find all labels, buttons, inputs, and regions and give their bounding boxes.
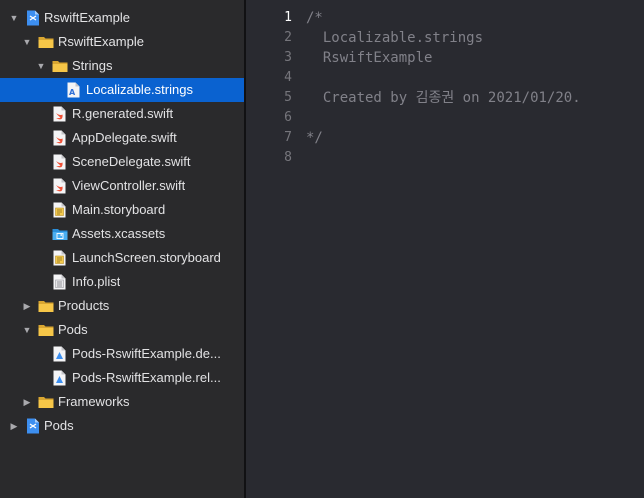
swift-file-icon (53, 154, 69, 170)
tree-row-file-assets-xcassets[interactable]: Assets.xcassets (0, 222, 244, 246)
line-number: 4 (284, 70, 292, 85)
line-number: 8 (284, 150, 292, 165)
tree-row-label: Pods-RswiftExample.rel... (72, 370, 221, 385)
source-editor[interactable]: 1 /* 2 Localizable.strings 3 RswiftExamp… (246, 0, 644, 498)
tree-row-label: RswiftExample (44, 10, 130, 25)
tree-row-file-localizable-strings[interactable]: A Localizable.strings (0, 78, 244, 102)
code-text: RswiftExample (306, 50, 433, 66)
code-line[interactable]: 4 (246, 68, 644, 88)
folder-icon (38, 322, 54, 338)
disclosure-expanded-icon[interactable]: ▼ (36, 61, 46, 71)
code-line[interactable]: 7 */ (246, 128, 644, 148)
tree-row-label: RswiftExample (58, 34, 144, 49)
tree-row-file-r-generated-swift[interactable]: R.generated.swift (0, 102, 244, 126)
tree-row-file-appdelegate-swift[interactable]: AppDelegate.swift (0, 126, 244, 150)
code-line[interactable]: 8 (246, 148, 644, 168)
code-text: */ (306, 130, 323, 146)
folder-icon (38, 394, 54, 410)
strings-file-icon: A (67, 82, 83, 98)
tree-row-project-rswiftexample[interactable]: ▼ RswiftExample (0, 6, 244, 30)
tree-row-group-rswiftexample[interactable]: ▼ RswiftExample (0, 30, 244, 54)
tree-row-label: Pods-RswiftExample.de... (72, 346, 221, 361)
tree-row-file-pods-xcconfig-release[interactable]: Pods-RswiftExample.rel... (0, 366, 244, 390)
line-number: 6 (284, 110, 292, 125)
project-navigator: ▼ RswiftExample ▼ RswiftExample ▼ String… (0, 0, 244, 498)
tree-row-label: Assets.xcassets (72, 226, 166, 241)
code-text: Localizable.strings (306, 30, 484, 46)
folder-icon (52, 58, 68, 74)
code-line[interactable]: 2 Localizable.strings (246, 28, 644, 48)
swift-file-icon (53, 178, 69, 194)
folder-icon (38, 34, 54, 50)
disclosure-expanded-icon[interactable]: ▼ (22, 37, 32, 47)
disclosure-expanded-icon[interactable]: ▼ (9, 13, 19, 23)
tree-row-label: Frameworks (58, 394, 130, 409)
folder-icon (38, 298, 54, 314)
tree-row-file-pods-xcconfig-debug[interactable]: Pods-RswiftExample.de... (0, 342, 244, 366)
disclosure-collapsed-icon[interactable]: ▶ (22, 301, 32, 311)
line-number: 1 (284, 10, 292, 25)
tree-row-file-info-plist[interactable]: Info.plist (0, 270, 244, 294)
disclosure-expanded-icon[interactable]: ▼ (22, 325, 32, 335)
tree-row-label: Localizable.strings (86, 82, 193, 97)
disclosure-collapsed-icon[interactable]: ▶ (22, 397, 32, 407)
swift-file-icon (53, 130, 69, 146)
xcode-window: ▼ RswiftExample ▼ RswiftExample ▼ String… (0, 0, 644, 498)
tree-row-file-scenedelegate-swift[interactable]: SceneDelegate.swift (0, 150, 244, 174)
tree-row-label: R.generated.swift (72, 106, 174, 121)
tree-row-file-main-storyboard[interactable]: Main.storyboard (0, 198, 244, 222)
plist-file-icon (53, 274, 69, 290)
tree-row-group-strings[interactable]: ▼ Strings (0, 54, 244, 78)
tree-row-label: Info.plist (72, 274, 121, 289)
code-line[interactable]: 5 Created by 김종권 on 2021/01/20. (246, 88, 644, 108)
line-number: 3 (284, 50, 292, 65)
tree-row-label: Products (58, 298, 110, 313)
code-line[interactable]: 1 /* (246, 8, 644, 28)
svg-text:A: A (69, 88, 76, 97)
project-icon (26, 418, 42, 434)
storyboard-file-icon (53, 250, 69, 266)
tree-row-file-viewcontroller-swift[interactable]: ViewController.swift (0, 174, 244, 198)
code-line[interactable]: 3 RswiftExample (246, 48, 644, 68)
tree-row-label: Pods (58, 322, 88, 337)
line-number: 5 (284, 90, 292, 105)
code-text: /* (306, 10, 323, 26)
tree-row-project-pods[interactable]: ▶ Pods (0, 414, 244, 438)
tree-row-label: Strings (72, 58, 113, 73)
tree-row-file-launchscreen-storyboard[interactable]: LaunchScreen.storyboard (0, 246, 244, 270)
tree-row-group-products[interactable]: ▶ Products (0, 294, 244, 318)
storyboard-file-icon (53, 202, 69, 218)
tree-row-label: Pods (44, 418, 74, 433)
tree-row-group-pods[interactable]: ▼ Pods (0, 318, 244, 342)
code-line[interactable]: 6 (246, 108, 644, 128)
project-icon (26, 10, 42, 26)
line-number: 2 (284, 30, 292, 45)
tree-row-label: ViewController.swift (72, 178, 186, 193)
xcconfig-file-icon (53, 346, 69, 362)
disclosure-collapsed-icon[interactable]: ▶ (9, 421, 19, 431)
swift-file-icon (53, 106, 69, 122)
tree-row-group-frameworks[interactable]: ▶ Frameworks (0, 390, 244, 414)
asset-catalog-icon (52, 226, 68, 242)
tree-row-label: AppDelegate.swift (72, 130, 177, 145)
tree-row-label: SceneDelegate.swift (72, 154, 191, 169)
tree-row-label: Main.storyboard (72, 202, 166, 217)
code-text: Created by 김종권 on 2021/01/20. (306, 90, 581, 106)
xcconfig-file-icon (53, 370, 69, 386)
line-number: 7 (284, 130, 292, 145)
tree-row-label: LaunchScreen.storyboard (72, 250, 221, 265)
